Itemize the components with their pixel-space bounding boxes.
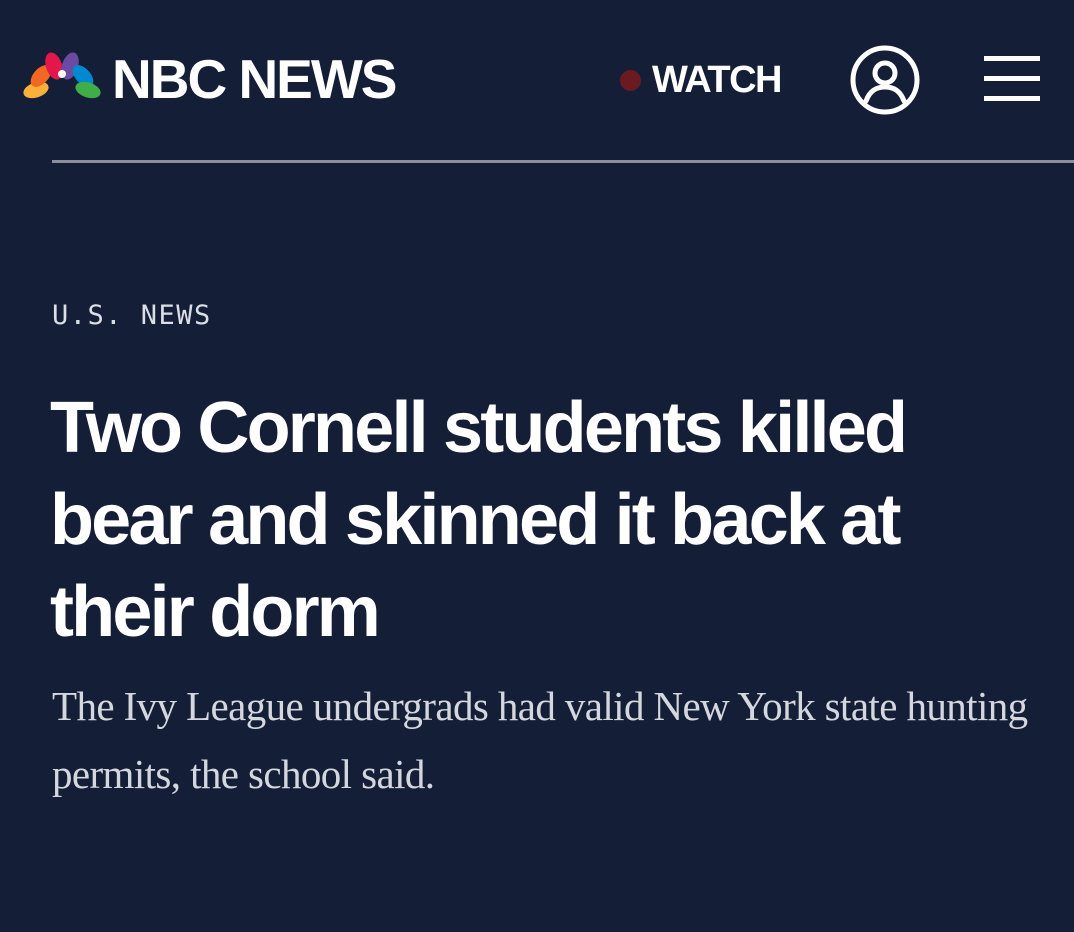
section-label[interactable]: U.S. NEWS	[52, 300, 212, 332]
article-headline[interactable]: Two Cornell students killed bear and ski…	[50, 382, 1050, 658]
brand-name: NBC NEWS	[112, 47, 397, 110]
watch-live-button[interactable]: WATCH	[620, 59, 783, 101]
watch-label: WATCH	[652, 59, 783, 101]
menu-button[interactable]	[984, 56, 1040, 104]
hamburger-menu-icon	[984, 56, 1040, 101]
nbc-news-logo[interactable]: NBC NEWS	[22, 47, 397, 110]
header-divider	[52, 160, 1074, 163]
live-indicator-dot	[620, 69, 641, 91]
account-button[interactable]	[849, 44, 921, 116]
site-header: NBC NEWS WATCH	[0, 0, 1074, 162]
peacock-logo-icon	[23, 52, 101, 104]
article-dek: The Ivy League undergrads had valid New …	[52, 683, 1028, 797]
account-icon	[850, 45, 920, 115]
